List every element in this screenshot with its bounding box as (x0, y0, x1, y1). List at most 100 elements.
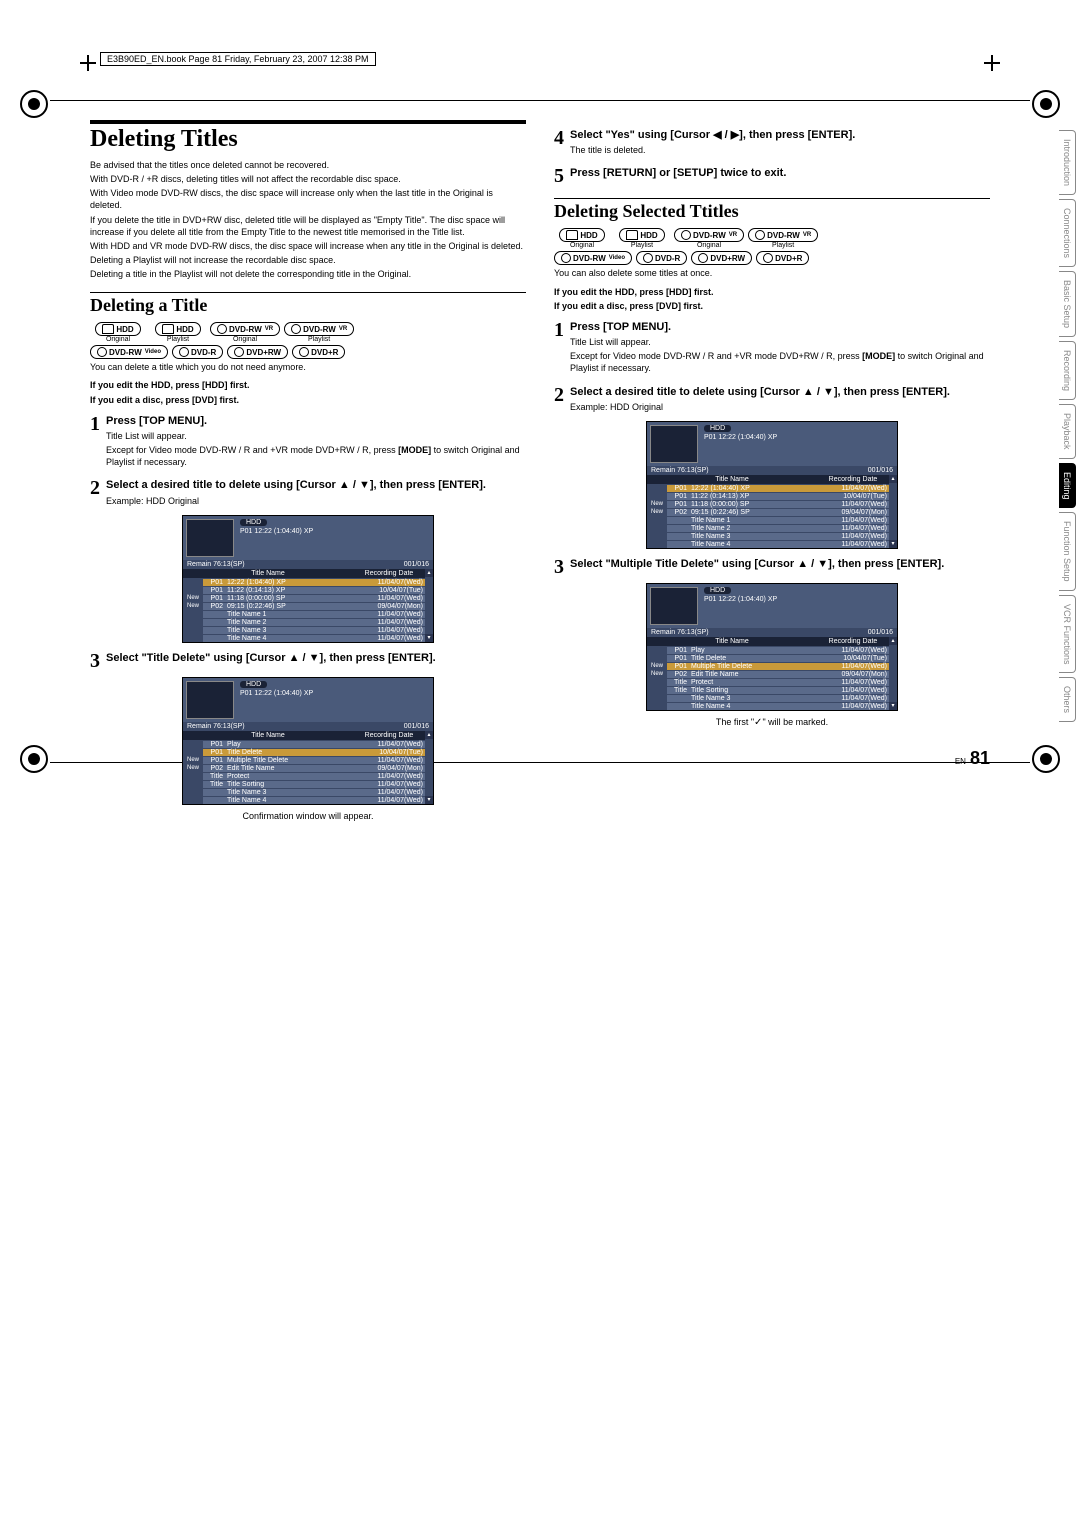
osd-row: NewP0111:18 (0:00:00) SP11/04/07(Wed) (183, 594, 425, 602)
step-number: 2 (90, 478, 100, 508)
hdd-pill: HDD (704, 587, 731, 594)
section-tab-recording: Recording (1059, 341, 1076, 400)
thumbnail-placeholder (650, 425, 698, 463)
osd-row: NewP02Edit Title Name09/04/07(Mon) (647, 670, 889, 678)
intro-text: Be advised that the titles once deleted … (90, 159, 526, 280)
osd-row: Title Name 411/04/07(Wed) (647, 540, 889, 548)
section-heading-delete-title: Deleting a Title (90, 292, 526, 316)
thumbnail-placeholder (186, 681, 234, 719)
disc-icon (291, 324, 301, 334)
step-number: 1 (90, 414, 100, 471)
crop-mark-icon (1032, 745, 1060, 773)
crop-mark-icon (20, 90, 48, 118)
osd-row: P0111:22 (0:14:13) XP10/04/07(Tue) (647, 492, 889, 500)
disc-badge: DVD+R (292, 345, 345, 359)
scroll-up-icon: ▴ (889, 475, 897, 483)
step-heading: Select "Multiple Title Delete" using [Cu… (570, 557, 990, 571)
scroll-up-icon: ▴ (425, 569, 433, 577)
disc-badge: DVD-RWVideo (90, 345, 168, 359)
disc-badge: HDD (619, 228, 664, 242)
section-heading-delete-selected: Deleting Selected Ttitles (554, 198, 990, 222)
osd-row: Title Name 311/04/07(Wed) (647, 694, 889, 702)
disc-badge: DVD-R (636, 251, 687, 265)
osd-row: TitleTitle Sorting11/04/07(Wed) (183, 780, 425, 788)
step-heading: Select "Yes" using [Cursor ◀ / ▶], then … (570, 128, 990, 142)
osd-row: NewP01Multiple Title Delete11/04/07(Wed) (183, 756, 425, 764)
checkmark-icon: ✓ (754, 717, 762, 728)
osd-row: Title Name 311/04/07(Wed) (647, 532, 889, 540)
osd-row: P01Play11/04/07(Wed) (647, 646, 889, 654)
osd-row: Title Name 111/04/07(Wed) (183, 610, 425, 618)
disc-icon (97, 347, 107, 357)
osd-screen: HDDP01 12:22 (1:04:40) XPRemain 76:13(SP… (646, 583, 898, 711)
disc-badge: DVD-R (172, 345, 223, 359)
disc-icon (643, 253, 653, 263)
osd-row: Title Name 211/04/07(Wed) (183, 618, 425, 626)
edit-note-dvd: If you edit a disc, press [DVD] first. (90, 394, 526, 406)
disc-icon (755, 230, 765, 240)
edit-note-hdd: If you edit the HDD, press [HDD] first. (90, 379, 526, 391)
hdd-icon (162, 324, 174, 334)
step-number: 1 (554, 320, 564, 377)
hdd-pill: HDD (704, 425, 731, 432)
scrollbar: ▴▾ (425, 731, 433, 804)
section-tab-basic-setup: Basic Setup (1059, 271, 1076, 337)
osd-row: Title Name 311/04/07(Wed) (183, 626, 425, 634)
step-heading: Select a desired title to delete using [… (570, 385, 990, 399)
osd-row: Title Name 211/04/07(Wed) (647, 524, 889, 532)
disc-badges: HDDOriginalHDDPlaylistDVD-RWVROriginalDV… (554, 228, 990, 265)
scroll-down-icon: ▾ (425, 796, 433, 804)
thumbnail-placeholder (650, 587, 698, 625)
osd-row: P01Title Delete10/04/07(Tue) (183, 748, 425, 756)
section-tabs: Introduction Connections Basic Setup Record… (1059, 130, 1076, 722)
disc-badges: HDDOriginalHDDPlaylistDVD-RWVROriginalDV… (90, 322, 526, 359)
disc-badge: DVD+RW (691, 251, 752, 265)
osd-row: TitleTitle Sorting11/04/07(Wed) (647, 686, 889, 694)
section-tab-connections: Connections (1059, 199, 1076, 267)
edit-note-dvd: If you edit a disc, press [DVD] first. (554, 300, 990, 312)
disc-badge: DVD+RW (227, 345, 288, 359)
osd-row: Title Name 111/04/07(Wed) (647, 516, 889, 524)
step-number: 4 (554, 128, 564, 158)
scroll-up-icon: ▴ (425, 731, 433, 739)
step3-caption: Confirmation window will appear. (90, 811, 526, 821)
disc-badge: DVD-RWVR (210, 322, 280, 336)
step3r-caption: The first "✓" will be marked. (554, 717, 990, 728)
thumbnail-placeholder (186, 519, 234, 557)
step-number: 3 (554, 557, 564, 577)
scrollbar: ▴▾ (889, 637, 897, 710)
hdd-pill: HDD (240, 519, 267, 526)
disc-badge: DVD-RWVideo (554, 251, 632, 265)
osd-row: Title Name 411/04/07(Wed) (183, 634, 425, 642)
osd-row: TitleProtect11/04/07(Wed) (647, 678, 889, 686)
osd-row: NewP01Multiple Title Delete11/04/07(Wed) (647, 662, 889, 670)
scrollbar: ▴▾ (425, 569, 433, 642)
section-tab-introduction: Introduction (1059, 130, 1076, 195)
osd-row: Title Name 411/04/07(Wed) (183, 796, 425, 804)
page-number: EN81 (554, 748, 990, 769)
osd-row: P01Title Delete10/04/07(Tue) (647, 654, 889, 662)
disc-icon (217, 324, 227, 334)
osd-row: NewP0209:15 (0:22:46) SP09/04/07(Mon) (183, 602, 425, 610)
disc-icon (561, 253, 571, 263)
step-heading: Select "Title Delete" using [Cursor ▲ / … (106, 651, 526, 665)
scrollbar: ▴▾ (889, 475, 897, 548)
disc-icon (681, 230, 691, 240)
disc-badge: HDD (95, 322, 140, 336)
disc-badge: DVD-RWVR (674, 228, 744, 242)
section-tab-vcr-functions: VCR Functions (1059, 595, 1076, 674)
osd-screen: HDDP01 12:22 (1:04:40) XPRemain 76:13(SP… (182, 515, 434, 643)
step-number: 5 (554, 166, 564, 186)
disc-note: You can delete a title which you do not … (90, 361, 526, 373)
disc-badge: HDD (155, 322, 200, 336)
scroll-down-icon: ▾ (889, 702, 897, 710)
section-tab-others: Others (1059, 677, 1076, 722)
osd-row: NewP0111:18 (0:00:00) SP11/04/07(Wed) (647, 500, 889, 508)
scroll-down-icon: ▾ (425, 634, 433, 642)
disc-icon (698, 253, 708, 263)
edit-note-hdd: If you edit the HDD, press [HDD] first. (554, 286, 990, 298)
crop-mark-icon (20, 745, 48, 773)
disc-badge: DVD-RWVR (284, 322, 354, 336)
disc-icon (299, 347, 309, 357)
osd-screen: HDDP01 12:22 (1:04:40) XPRemain 76:13(SP… (646, 421, 898, 549)
